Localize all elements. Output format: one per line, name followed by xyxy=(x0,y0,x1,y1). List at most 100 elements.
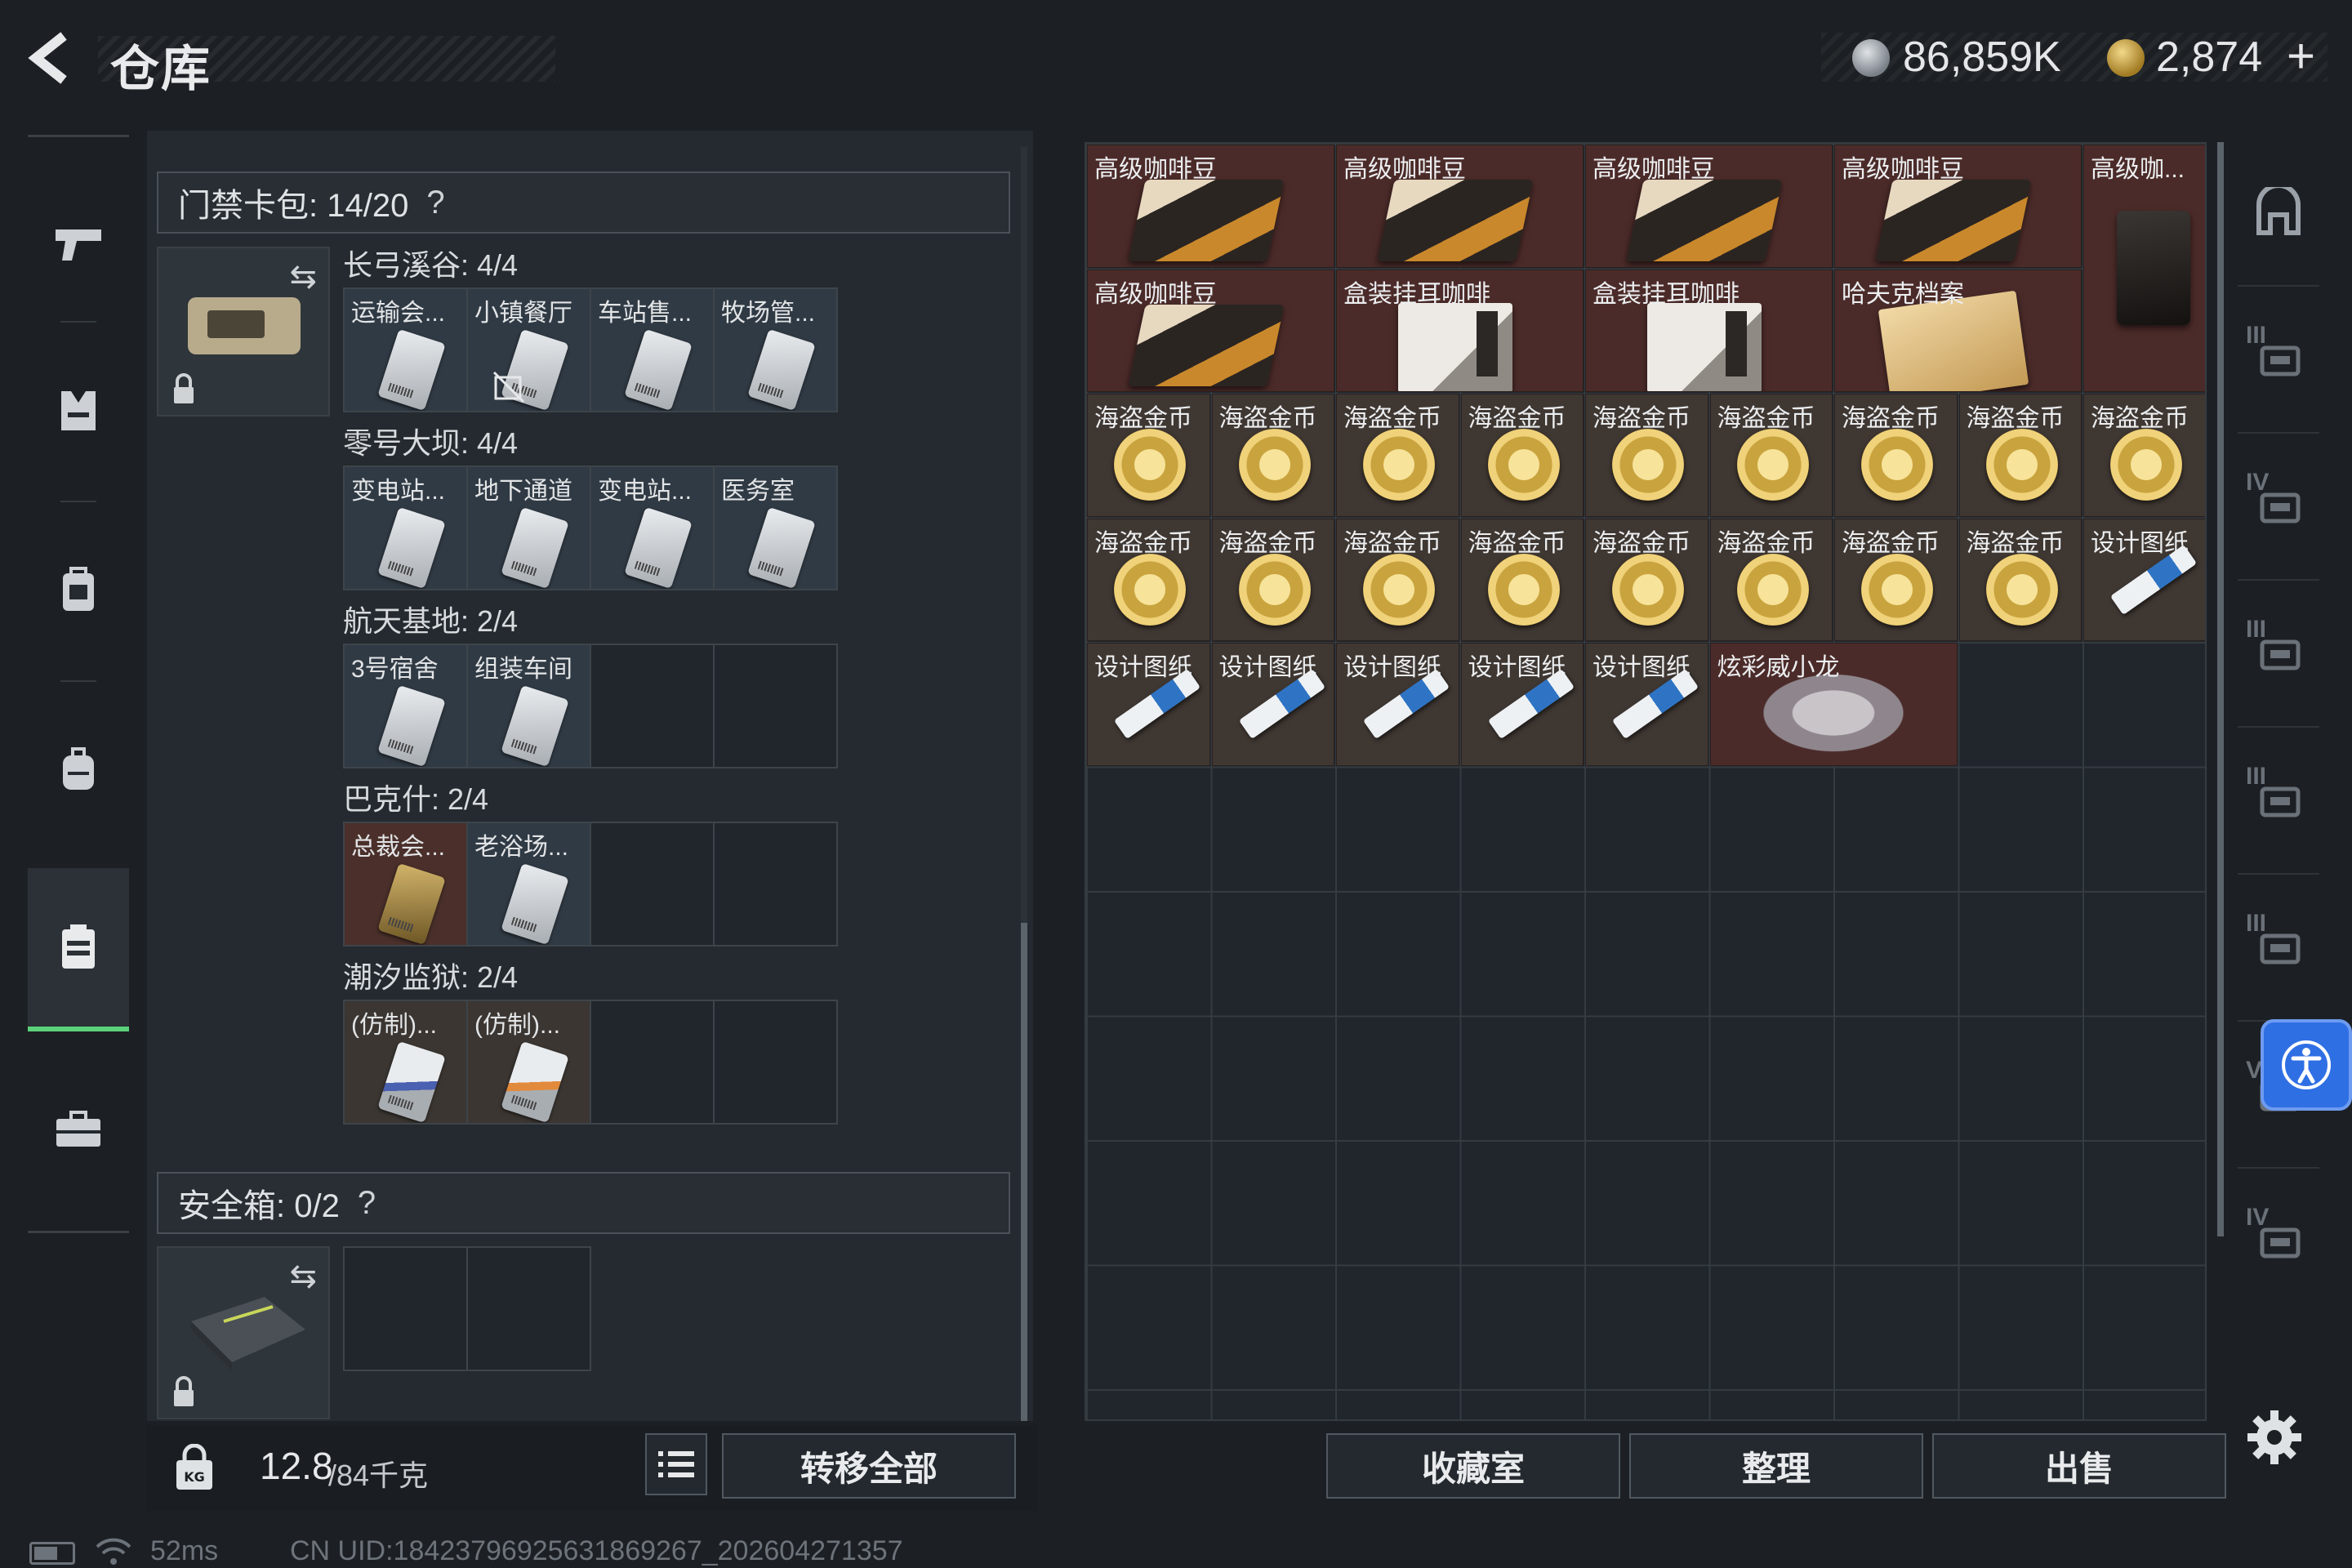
pirate-gold-coin-item[interactable]: 海盗金币 xyxy=(1709,394,1833,517)
empty-keycard-slot[interactable] xyxy=(713,1000,838,1125)
storage-filter-tab[interactable]: III xyxy=(2230,583,2328,722)
pirate-gold-coin-item[interactable]: 海盗金币 xyxy=(1087,394,1210,517)
storage-filter-tab[interactable]: III xyxy=(2230,730,2328,869)
keycard-slot[interactable]: 老浴场... xyxy=(466,822,591,947)
storage-filter-tab[interactable]: III xyxy=(2230,877,2328,1016)
empty-keycard-slot[interactable] xyxy=(590,1000,715,1125)
chest-rig-icon xyxy=(63,567,94,611)
tier-label: III xyxy=(2246,322,2267,349)
list-view-button[interactable] xyxy=(645,1433,707,1495)
gold-coin-icon xyxy=(1861,553,1933,626)
item-name: 海盗金币 xyxy=(1343,405,1441,432)
nav-armor[interactable] xyxy=(28,329,129,492)
pirate-gold-coin-item[interactable]: 海盗金币 xyxy=(1834,518,1958,641)
coffee-beans-item[interactable]: 高级咖啡豆 xyxy=(1336,145,1584,268)
coffee-bag-icon xyxy=(1377,180,1534,261)
sell-button[interactable]: 出售 xyxy=(1932,1433,2226,1499)
pirate-gold-coin-item[interactable]: 海盗金币 xyxy=(1336,394,1459,517)
coffee-beans-item[interactable]: 高级咖啡豆 xyxy=(1087,269,1334,392)
keycard-slot[interactable]: 3号宿舍 xyxy=(343,644,468,768)
back-button[interactable] xyxy=(24,29,82,87)
coffee-beans-item[interactable]: 高级咖... xyxy=(2083,145,2205,392)
pirate-gold-coin-item[interactable]: 海盗金币 xyxy=(1958,394,2082,517)
keycard-wallet-container[interactable]: ⇆ xyxy=(157,247,330,416)
item-name: 盒装挂耳咖啡 xyxy=(1592,280,1740,308)
pirate-gold-coin-item[interactable]: 海盗金币 xyxy=(1958,518,2082,641)
nav-backpack[interactable] xyxy=(28,688,129,852)
collection-room-button[interactable]: 收藏室 xyxy=(1326,1433,1620,1499)
blueprint-item[interactable]: 设计图纸 xyxy=(1336,643,1459,766)
empty-keycard-slot[interactable] xyxy=(590,822,715,947)
drip-coffee-box-item[interactable]: 盒装挂耳咖啡 xyxy=(1585,269,1833,392)
pirate-gold-coin-item[interactable]: 海盗金币 xyxy=(1585,518,1708,641)
keycard-wallet-header: 门禁卡包: 14/20 ? xyxy=(157,172,1010,234)
swap-icon[interactable]: ⇆ xyxy=(289,1258,317,1295)
left-scrollbar-thumb[interactable] xyxy=(1021,923,1027,1421)
keycard-slot[interactable]: 地下通道 xyxy=(466,466,591,590)
safe-box-help-icon[interactable]: ? xyxy=(358,1185,376,1222)
safe-box-container[interactable]: ⇆ xyxy=(157,1246,330,1419)
pirate-gold-coin-item[interactable]: 海盗金币 xyxy=(2083,394,2205,517)
coffee-beans-item[interactable]: 高级咖啡豆 xyxy=(1087,145,1334,268)
dragon-figurine-item[interactable]: 炫彩威小龙 xyxy=(1709,643,1958,766)
storage-filter-tab[interactable]: III xyxy=(2230,289,2328,428)
drip-coffee-box-item[interactable]: 盒装挂耳咖啡 xyxy=(1336,269,1584,392)
pirate-gold-coin-item[interactable]: 海盗金币 xyxy=(1460,518,1584,641)
keycard-slot[interactable]: 牧场管... xyxy=(713,287,838,412)
keycard-slot[interactable]: (仿制)... xyxy=(343,1000,468,1125)
keycard-slot[interactable]: 变电站... xyxy=(343,466,468,590)
storage-grid[interactable]: 高级咖啡豆 高级咖啡豆 高级咖啡豆 高级咖啡豆 高级咖... 高级咖啡豆 盒装挂耳咖啡 盒装挂… xyxy=(1085,142,2207,1421)
safe-box-slot-row xyxy=(343,1246,591,1371)
weight-icon: KG xyxy=(176,1444,212,1490)
storage-filter-column: III IV III III III V IV xyxy=(2230,142,2328,1416)
storage-scrollbar[interactable] xyxy=(2217,142,2224,1236)
pirate-gold-coin-item[interactable]: 海盗金币 xyxy=(1709,518,1833,641)
transfer-all-button[interactable]: 转移全部 xyxy=(722,1433,1016,1499)
keycard-slot[interactable]: (仿制)... xyxy=(466,1000,591,1125)
keycard-help-icon[interactable]: ? xyxy=(426,185,444,221)
storage-filter-tab[interactable]: IV xyxy=(2230,436,2328,575)
keycard-slot[interactable]: 运输会... xyxy=(343,287,468,412)
ping-readout: 52ms xyxy=(150,1535,219,1566)
pirate-gold-coin-item[interactable]: 海盗金币 xyxy=(1585,394,1708,517)
nav-keycard-wallet[interactable] xyxy=(28,868,129,1031)
keycard-slot[interactable]: 车站售... xyxy=(590,287,715,412)
empty-keycard-slot[interactable] xyxy=(590,644,715,768)
empty-safe-box-slot[interactable] xyxy=(466,1246,591,1371)
keycard-slot[interactable]: 组装车间 xyxy=(466,644,591,768)
blueprint-item[interactable]: 设计图纸 xyxy=(2083,518,2205,641)
pirate-gold-coin-item[interactable]: 海盗金币 xyxy=(1834,394,1958,517)
empty-safe-box-slot[interactable] xyxy=(343,1246,468,1371)
storage-filter-tab[interactable] xyxy=(2230,142,2328,281)
pirate-gold-coin-item[interactable]: 海盗金币 xyxy=(1336,518,1459,641)
accessibility-button[interactable] xyxy=(2261,1019,2352,1111)
pirate-gold-coin-item[interactable]: 海盗金币 xyxy=(1211,518,1334,641)
coffee-beans-item[interactable]: 高级咖啡豆 xyxy=(1585,145,1833,268)
swap-icon[interactable]: ⇆ xyxy=(289,258,317,296)
storage-filter-tab[interactable]: IV xyxy=(2230,1171,2328,1310)
coffee-beans-item[interactable]: 高级咖啡豆 xyxy=(1834,145,2082,268)
nav-briefcase[interactable] xyxy=(28,1048,129,1211)
nav-chest-rig[interactable] xyxy=(28,509,129,672)
keycard-slot[interactable]: 总裁会... xyxy=(343,822,468,947)
gold-coin-icon xyxy=(1736,553,1809,626)
empty-keycard-slot[interactable] xyxy=(713,822,838,947)
keycard-slot[interactable]: 变电站... xyxy=(590,466,715,590)
back-arrow-icon xyxy=(28,32,67,84)
pirate-gold-coin-item[interactable]: 海盗金币 xyxy=(1211,394,1334,517)
blueprint-item[interactable]: 设计图纸 xyxy=(1087,643,1210,766)
keycard-slot[interactable]: 小镇餐厅 xyxy=(466,287,591,412)
nav-weapon[interactable] xyxy=(28,162,129,325)
blueprint-item[interactable]: 设计图纸 xyxy=(1460,643,1584,766)
blueprint-item[interactable]: 设计图纸 xyxy=(1585,643,1708,766)
settings-button[interactable] xyxy=(2246,1409,2303,1470)
empty-keycard-slot[interactable] xyxy=(713,644,838,768)
organize-button[interactable]: 整理 xyxy=(1629,1433,1923,1499)
add-gold-button[interactable]: + xyxy=(2287,28,2315,84)
blueprint-item[interactable]: 设计图纸 xyxy=(1211,643,1334,766)
pirate-gold-coin-item[interactable]: 海盗金币 xyxy=(1087,518,1210,641)
haavk-dossier-item[interactable]: 哈夫克档案 xyxy=(1834,269,2082,392)
weight-current: 12.8 xyxy=(260,1445,333,1487)
keycard-slot[interactable]: 医务室 xyxy=(713,466,838,590)
pirate-gold-coin-item[interactable]: 海盗金币 xyxy=(1460,394,1584,517)
